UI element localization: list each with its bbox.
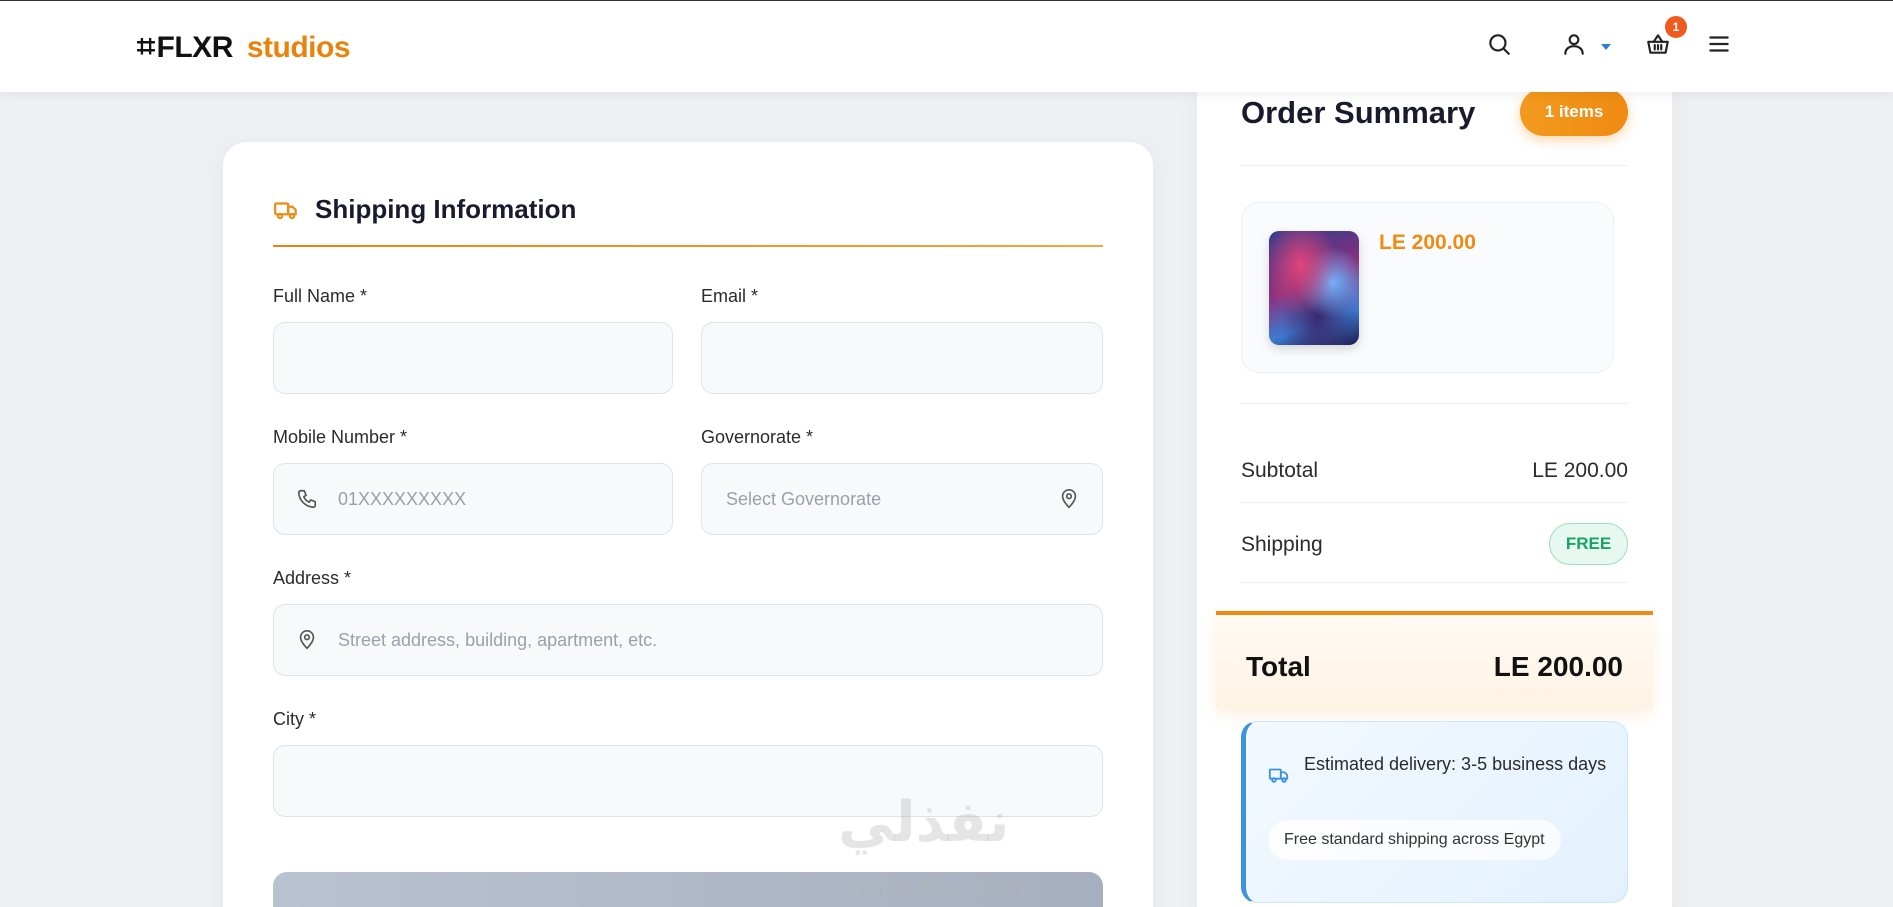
shipping-free-badge: FREE (1549, 523, 1628, 565)
delivery-note: Free standard shipping across Egypt (1268, 820, 1561, 860)
product-thumbnail (1269, 231, 1359, 345)
menu-icon[interactable] (1706, 31, 1736, 61)
mobile-field[interactable]: 01XXXXXXXXX (273, 463, 673, 535)
shipping-label: Shipping (1241, 533, 1323, 556)
divider (1241, 165, 1628, 166)
address-field[interactable]: Street address, building, apartment, etc… (273, 604, 1103, 676)
mobile-placeholder: 01XXXXXXXXX (338, 488, 467, 509)
map-pin-icon (299, 630, 315, 650)
email-label: Email * (701, 286, 759, 306)
total-value: LE 200.00 (1493, 651, 1623, 682)
governorate-label: Governorate * (701, 427, 814, 447)
map-pin-icon (1061, 489, 1077, 509)
cart-item-card[interactable]: LE 200.00 (1241, 202, 1614, 373)
total-box: Total LE 200.00 (1216, 611, 1653, 709)
delivery-info-box: Estimated delivery: 3-5 business days Fr… (1241, 721, 1628, 903)
total-label: Total (1246, 651, 1311, 682)
item-price: LE 200.00 (1379, 231, 1476, 254)
site-logo[interactable]: ⌗ FLXR studios (137, 28, 351, 66)
email-field[interactable] (701, 322, 1103, 394)
site-header: ⌗ FLXR studios 1 (0, 1, 1893, 92)
delivery-estimate: Estimated delivery: 3-5 business days (1304, 754, 1607, 774)
shipping-card: Shipping Information Full Name * Email *… (223, 142, 1153, 907)
truck-icon (274, 201, 297, 219)
phone-icon (297, 489, 317, 509)
full-name-label: Full Name * (273, 286, 368, 306)
divider (1241, 582, 1628, 583)
user-icon[interactable] (1561, 31, 1591, 61)
shipping-title: Shipping Information (315, 194, 577, 224)
subtotal-value: LE 200.00 (1532, 459, 1628, 482)
logo-brand: FLXR (156, 31, 234, 64)
truck-icon (1268, 768, 1289, 783)
cart-count-badge: 1 (1665, 16, 1687, 38)
address-placeholder: Street address, building, apartment, etc… (338, 629, 658, 650)
watermark-arabic: نفذلي (838, 790, 1010, 855)
watermark-latin: nafezly.com (848, 868, 1028, 904)
logo-mark: ⌗ (137, 28, 155, 64)
governorate-select[interactable]: Select Governorate (701, 463, 1103, 535)
divider (1241, 403, 1628, 404)
order-summary-panel: Order Summary 1 items LE 200.00 Subtotal… (1197, 85, 1672, 907)
order-summary-title: Order Summary (1241, 95, 1476, 130)
items-count-badge: 1 items (1520, 88, 1628, 136)
city-label: City * (273, 709, 317, 729)
divider (1241, 502, 1628, 503)
mobile-label: Mobile Number * (273, 427, 408, 447)
search-icon[interactable] (1486, 31, 1516, 61)
subtotal-label: Subtotal (1241, 459, 1319, 482)
user-dropdown-caret-icon[interactable] (1601, 44, 1611, 50)
logo-sub: studios (246, 31, 351, 64)
address-label: Address * (273, 568, 352, 588)
shipping-title-underline (273, 245, 1103, 247)
full-name-field[interactable] (273, 322, 673, 394)
shipping-header: Shipping Information (273, 194, 576, 225)
governorate-placeholder: Select Governorate (726, 488, 882, 509)
